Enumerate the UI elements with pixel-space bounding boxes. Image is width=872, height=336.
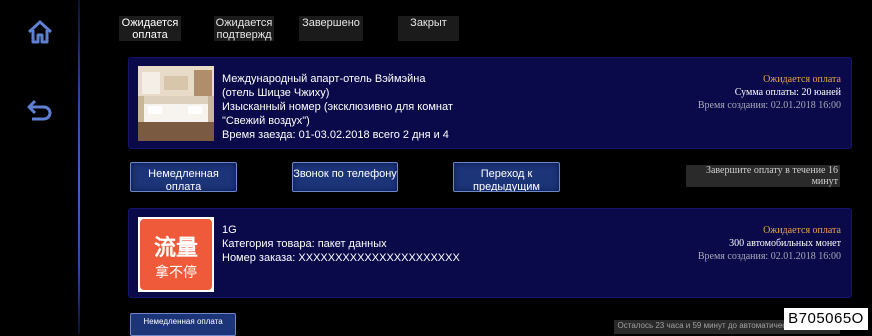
tab-label: Ожидается оплата — [121, 17, 179, 41]
tab-awaiting-payment[interactable]: Ожидается оплата — [119, 16, 181, 41]
tab-closed[interactable]: Закрыт — [398, 16, 459, 41]
status-label: Ожидается оплата — [763, 74, 841, 85]
sidebar — [0, 0, 80, 334]
package-name: 1G — [222, 224, 237, 236]
button-label: Переход к предыдущим — [473, 168, 540, 192]
tab-label: Ожидается подтвержд — [215, 17, 273, 41]
order-card-hotel[interactable]: Международный апарт-отель Вэймэйна (отел… — [128, 57, 852, 149]
checkin-time: Время заезда: 01-03.02.2018 всего 2 дня … — [222, 129, 449, 141]
payment-deadline-note: Завершите оплату в течение 16 минут — [686, 165, 840, 187]
call-button[interactable]: Звонок по телефону — [292, 162, 398, 192]
sidebar-divider — [78, 0, 80, 334]
pay-now-button[interactable]: Немедленная оплата — [130, 162, 237, 192]
order-number: Номер заказа: XXXXXXXXXXXXXXXXXXXXXX — [222, 252, 460, 264]
home-button[interactable] — [22, 14, 58, 50]
created-time: Время создания: 02.01.2018 16:00 — [697, 100, 841, 111]
back-button[interactable] — [22, 92, 58, 128]
package-image-text-top: 流量 — [154, 235, 198, 261]
order-card-data-package[interactable]: 流量 拿不停 1G Категория товара: пакет данных… — [128, 208, 852, 298]
tab-label: Закрыт — [410, 17, 447, 29]
room-type: Изысканный номер (эксклюзивно для комнат — [222, 101, 453, 113]
hotel-room-image — [138, 66, 214, 141]
home-icon — [27, 20, 53, 44]
product-category: Категория товара: пакет данных — [222, 238, 387, 250]
created-time: Время создания: 02.01.2018 16:00 — [697, 251, 841, 262]
order-summary: Ожидается оплата Сумма оплаты: 20 юаней … — [698, 73, 841, 112]
order-summary: Ожидается оплата 300 автомобильных монет… — [698, 224, 841, 263]
pay-now-button-small[interactable]: Немедленная оплата — [130, 313, 236, 336]
payment-amount: 300 автомобильных монет — [729, 238, 841, 249]
order-details: 1G Категория товара: пакет данных Номер … — [222, 223, 460, 265]
room-type-cont: "Свежий воздух") — [222, 115, 310, 127]
package-image-text-bottom: 拿不停 — [155, 264, 197, 281]
go-previous-button[interactable]: Переход к предыдущим — [453, 162, 560, 192]
tab-label: Завершено — [302, 17, 360, 29]
tab-awaiting-confirmation[interactable]: Ожидается подтвержд — [214, 16, 274, 41]
watermark-code: B705065O — [784, 308, 868, 330]
data-package-image: 流量 拿不停 — [138, 217, 214, 292]
hotel-subname: (отель Шицзе Чжиху) — [222, 87, 330, 99]
status-label: Ожидается оплата — [763, 225, 841, 236]
button-label: Звонок по телефону — [293, 168, 397, 180]
order-details: Международный апарт-отель Вэймэйна (отел… — [222, 72, 453, 142]
back-arrow-icon — [27, 99, 52, 121]
hotel-name: Международный апарт-отель Вэймэйна — [222, 73, 426, 85]
tab-completed[interactable]: Завершено — [299, 16, 363, 41]
button-label: Немедленная оплата — [148, 168, 219, 192]
payment-amount: Сумма оплаты: 20 юаней — [734, 87, 841, 98]
